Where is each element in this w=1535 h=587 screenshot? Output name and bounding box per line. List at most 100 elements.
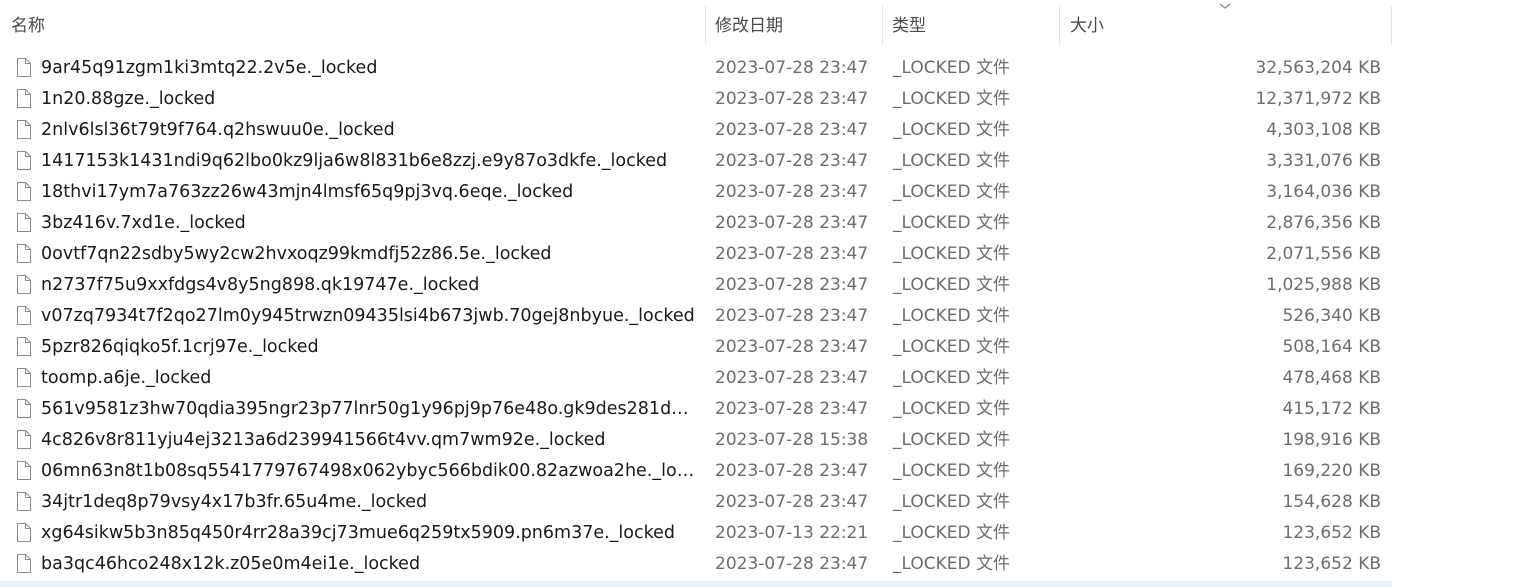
column-header-name[interactable]: 名称 [0, 0, 706, 46]
file-modified-date: 2023-07-28 23:47 [715, 89, 869, 109]
file-size: 32,563,204 KB [1255, 58, 1381, 78]
file-row[interactable]: 34jtr1deq8p79vsy4x17b3fr.65u4me._locked … [0, 487, 1392, 518]
column-header-bar: 名称 修改日期 类型 大小 [0, 0, 1392, 46]
file-type: _LOCKED 文件 [893, 492, 1010, 512]
file-name: 1n20.88gze._locked [41, 89, 216, 109]
file-type: _LOCKED 文件 [893, 244, 1010, 264]
column-header-date[interactable]: 修改日期 [706, 0, 883, 46]
column-header-name-label: 名称 [11, 15, 45, 36]
file-size: 198,916 KB [1282, 430, 1381, 450]
file-size: 3,331,076 KB [1266, 151, 1381, 171]
file-name: n2737f75u9xxfdgs4v8y5ng898.qk19747e._loc… [41, 275, 480, 295]
file-icon [17, 399, 31, 418]
file-size: 526,340 KB [1282, 306, 1381, 326]
file-type: _LOCKED 文件 [893, 554, 1010, 574]
file-icon [17, 492, 31, 511]
file-icon [17, 306, 31, 325]
file-type: _LOCKED 文件 [893, 306, 1010, 326]
column-header-type[interactable]: 类型 [883, 0, 1060, 46]
file-modified-date: 2023-07-28 23:47 [715, 244, 869, 264]
file-type: _LOCKED 文件 [893, 461, 1010, 481]
file-type: _LOCKED 文件 [893, 89, 1010, 109]
file-modified-date: 2023-07-28 15:38 [715, 430, 869, 450]
file-icon [17, 368, 31, 387]
file-row[interactable]: 5pzr826qiqko5f.1crj97e._locked 2023-07-2… [0, 332, 1392, 363]
file-name: 2nlv6lsl36t79t9f764.q2hswuu0e._locked [41, 120, 395, 140]
file-row[interactable]: 3bz416v.7xd1e._locked 2023-07-28 23:47 _… [0, 208, 1392, 239]
file-name: ba3qc46hco248x12k.z05e0m4ei1e._locked [41, 554, 421, 574]
file-size: 1,025,988 KB [1266, 275, 1381, 295]
file-modified-date: 2023-07-28 23:47 [715, 554, 869, 574]
file-row[interactable]: 1417153k1431ndi9q62lbo0kz9lja6w8l831b6e8… [0, 146, 1392, 177]
file-size: 123,652 KB [1282, 554, 1381, 574]
column-header-type-label: 类型 [892, 15, 926, 36]
chevron-down-icon [1219, 3, 1231, 9]
file-icon [17, 275, 31, 294]
file-row[interactable]: 561v9581z3hw70qdia395ngr23p77lnr50g1y96p… [0, 394, 1392, 425]
file-row[interactable]: ba3qc46hco248x12k.z05e0m4ei1e._locked 20… [0, 549, 1392, 580]
file-modified-date: 2023-07-28 23:47 [715, 306, 869, 326]
file-name: v07zq7934t7f2qo27lm0y945trwzn09435lsi4b6… [41, 306, 695, 326]
file-icon [17, 337, 31, 356]
column-header-size-label: 大小 [1070, 15, 1104, 36]
file-row[interactable]: toomp.a6je._locked 2023-07-28 23:47 _LOC… [0, 363, 1392, 394]
file-row[interactable]: 18thvi17ym7a763zz26w43mjn4lmsf65q9pj3vq.… [0, 177, 1392, 208]
file-row[interactable]: 4c826v8r811yju4ej3213a6d239941566t4vv.qm… [0, 425, 1392, 456]
column-divider[interactable] [1391, 6, 1392, 44]
file-name: 4c826v8r811yju4ej3213a6d239941566t4vv.qm… [41, 430, 606, 450]
file-icon [17, 554, 31, 573]
file-row[interactable]: 2nlv6lsl36t79t9f764.q2hswuu0e._locked 20… [0, 115, 1392, 146]
file-type: _LOCKED 文件 [893, 58, 1010, 78]
selected-row-highlight [0, 581, 1392, 587]
file-icon [17, 151, 31, 170]
file-modified-date: 2023-07-28 23:47 [715, 492, 869, 512]
file-type: _LOCKED 文件 [893, 151, 1010, 171]
file-icon [17, 213, 31, 232]
file-type: _LOCKED 文件 [893, 337, 1010, 357]
file-icon [17, 120, 31, 139]
file-row[interactable]: v07zq7934t7f2qo27lm0y945trwzn09435lsi4b6… [0, 301, 1392, 332]
file-name: 9ar45q91zgm1ki3mtq22.2v5e._locked [41, 58, 378, 78]
file-type: _LOCKED 文件 [893, 120, 1010, 140]
file-type: _LOCKED 文件 [893, 275, 1010, 295]
file-size: 12,371,972 KB [1255, 89, 1381, 109]
file-size: 415,172 KB [1282, 399, 1381, 419]
file-row[interactable]: 06mn63n8t1b08sq5541779767498x062ybyc566b… [0, 456, 1392, 487]
file-list: 9ar45q91zgm1ki3mtq22.2v5e._locked 2023-0… [0, 53, 1392, 580]
file-modified-date: 2023-07-28 23:47 [715, 213, 869, 233]
file-row[interactable]: 1n20.88gze._locked 2023-07-28 23:47 _LOC… [0, 84, 1392, 115]
file-name: 34jtr1deq8p79vsy4x17b3fr.65u4me._locked [41, 492, 428, 512]
file-name: 06mn63n8t1b08sq5541779767498x062ybyc566b… [41, 461, 699, 481]
file-name: xg64sikw5b3n85q450r4rr28a39cj73mue6q259t… [41, 523, 675, 543]
file-name: toomp.a6je._locked [41, 368, 212, 388]
file-type: _LOCKED 文件 [893, 213, 1010, 233]
file-size: 3,164,036 KB [1266, 182, 1381, 202]
file-row[interactable]: xg64sikw5b3n85q450r4rr28a39cj73mue6q259t… [0, 518, 1392, 549]
file-row[interactable]: 0ovtf7qn22sdby5wy2cw2hvxoqz99kmdfj52z86.… [0, 239, 1392, 270]
file-modified-date: 2023-07-13 22:21 [715, 523, 869, 543]
file-modified-date: 2023-07-28 23:47 [715, 182, 869, 202]
file-modified-date: 2023-07-28 23:47 [715, 151, 869, 171]
file-name: 0ovtf7qn22sdby5wy2cw2hvxoqz99kmdfj52z86.… [41, 244, 552, 264]
file-icon [17, 244, 31, 263]
file-size: 2,876,356 KB [1266, 213, 1381, 233]
file-icon [17, 182, 31, 201]
file-modified-date: 2023-07-28 23:47 [715, 58, 869, 78]
file-icon [17, 58, 31, 77]
file-row[interactable]: n2737f75u9xxfdgs4v8y5ng898.qk19747e._loc… [0, 270, 1392, 301]
column-header-date-label: 修改日期 [715, 15, 783, 36]
file-icon [17, 89, 31, 108]
file-size: 4,303,108 KB [1266, 120, 1381, 140]
file-modified-date: 2023-07-28 23:47 [715, 120, 869, 140]
file-modified-date: 2023-07-28 23:47 [715, 461, 869, 481]
file-row[interactable]: 9ar45q91zgm1ki3mtq22.2v5e._locked 2023-0… [0, 53, 1392, 84]
file-icon [17, 461, 31, 480]
file-type: _LOCKED 文件 [893, 399, 1010, 419]
file-type: _LOCKED 文件 [893, 523, 1010, 543]
file-name: 1417153k1431ndi9q62lbo0kz9lja6w8l831b6e8… [41, 151, 668, 171]
file-icon [17, 523, 31, 542]
file-size: 154,628 KB [1282, 492, 1381, 512]
file-size: 169,220 KB [1282, 461, 1381, 481]
file-modified-date: 2023-07-28 23:47 [715, 275, 869, 295]
file-type: _LOCKED 文件 [893, 182, 1010, 202]
